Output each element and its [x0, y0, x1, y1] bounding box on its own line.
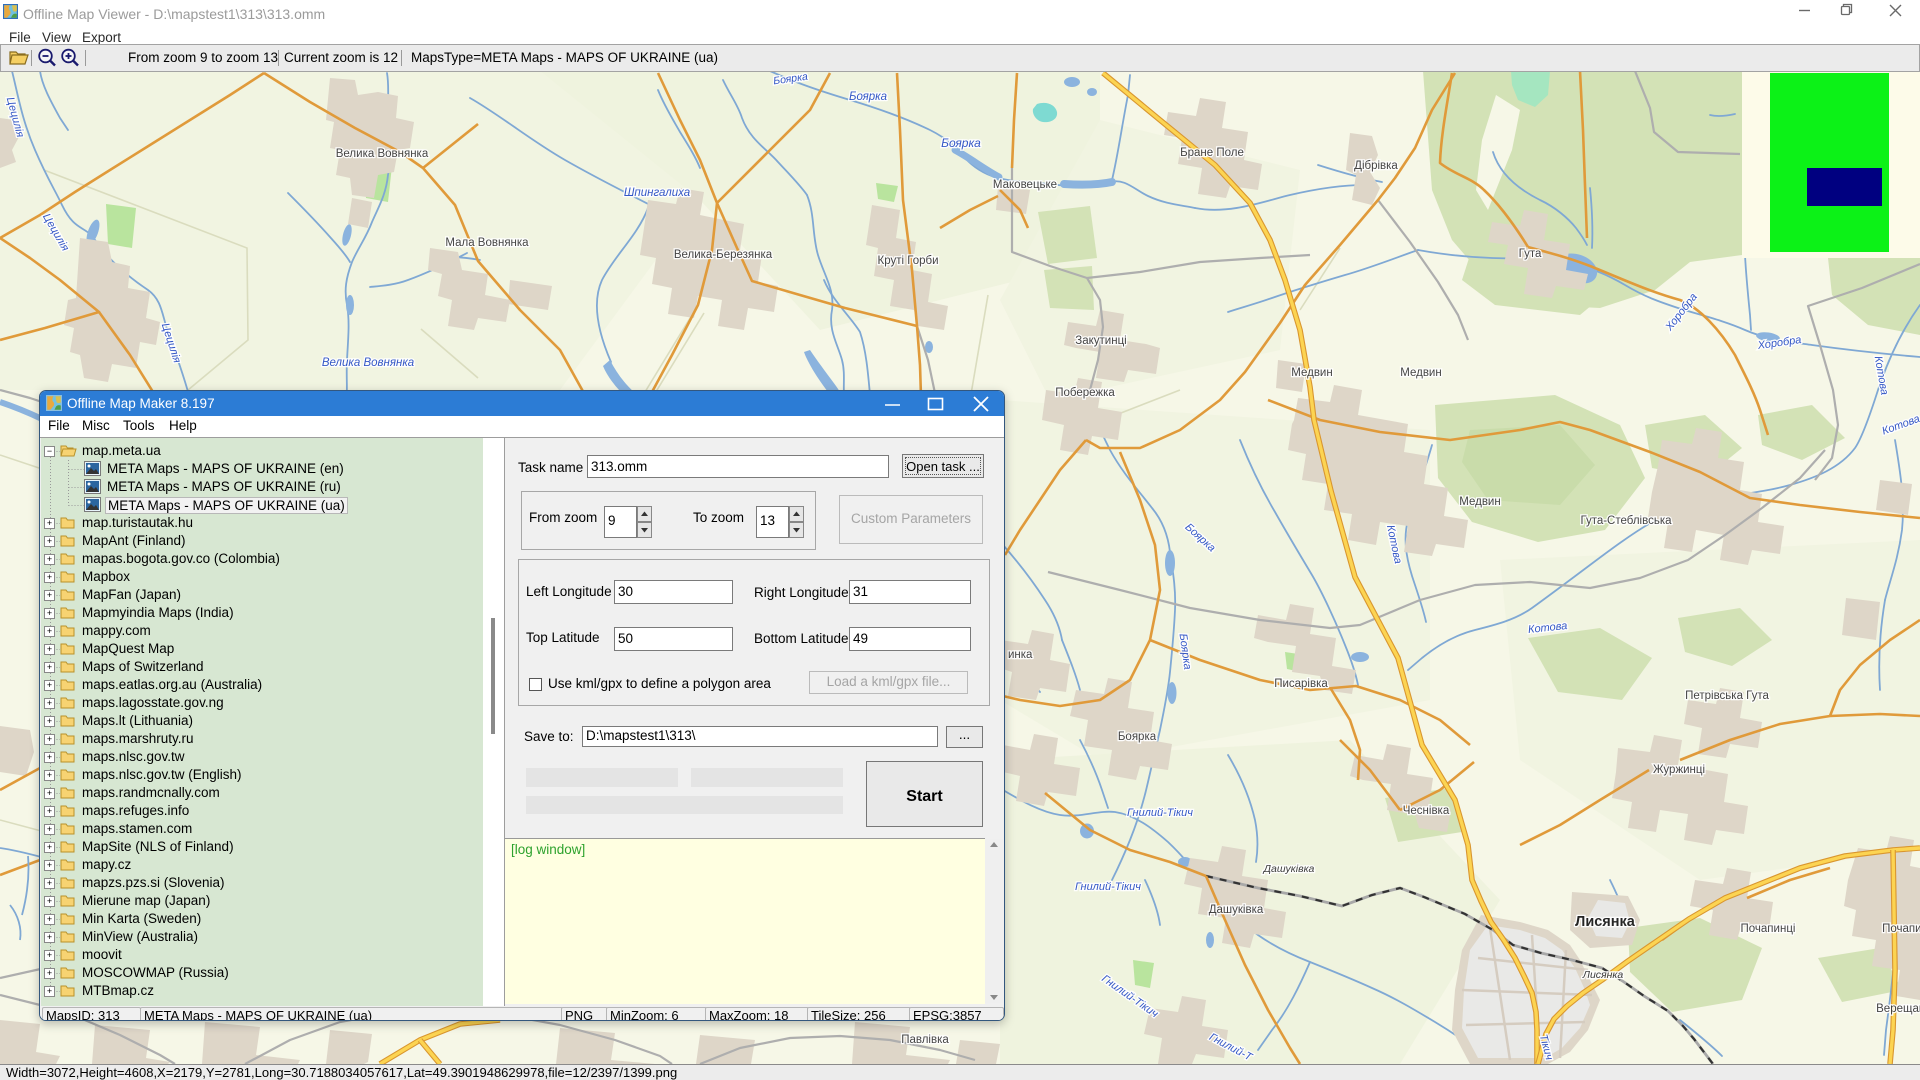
svg-text:Почапин: Почапин — [1882, 923, 1920, 935]
svg-text:Медвин: Медвин — [1291, 367, 1332, 379]
svg-text:Велика-Березянка: Велика-Березянка — [674, 249, 773, 261]
svg-text:Гута: Гута — [1519, 248, 1542, 260]
svg-text:Журжинці: Журжинці — [1653, 764, 1705, 776]
svg-text:Шпингалиха: Шпингалиха — [624, 187, 690, 199]
svg-text:Медвин: Медвин — [1459, 496, 1500, 508]
svg-text:Павлівка: Павлівка — [901, 1034, 949, 1046]
svg-text:Маковецьке: Маковецьке — [993, 179, 1057, 191]
svg-text:Гнилий-Тікич: Гнилий-Тікич — [1127, 807, 1193, 819]
svg-text:Гнилий-Тікич: Гнилий-Тікич — [1075, 881, 1141, 893]
svg-text:Дашуківка: Дашуківка — [1263, 863, 1315, 875]
svg-text:Лисянка: Лисянка — [1582, 969, 1624, 981]
svg-text:Дібрівка: Дібрівка — [1354, 160, 1398, 172]
svg-text:Лисянка: Лисянка — [1575, 914, 1636, 930]
svg-text:Побережка: Побережка — [1055, 387, 1115, 399]
svg-text:Велика Вовнянка: Велика Вовнянка — [322, 357, 414, 369]
svg-text:Велика Вовнянка: Велика Вовнянка — [336, 148, 429, 160]
svg-text:Боярка: Боярка — [849, 91, 887, 103]
svg-text:Мала Вовнянка: Мала Вовнянка — [445, 237, 529, 249]
svg-text:Боярка: Боярка — [941, 136, 981, 150]
svg-text:Медвин: Медвин — [1400, 367, 1441, 379]
svg-text:Почапинці: Почапинці — [1741, 923, 1796, 935]
svg-text:Верещак: Верещак — [1876, 1003, 1920, 1015]
svg-text:Чеснівка: Чеснівка — [1403, 805, 1450, 817]
svg-text:Боярка: Боярка — [1118, 731, 1157, 743]
svg-text:Писарівка: Писарівка — [1274, 678, 1328, 690]
svg-text:Закутинці: Закутинці — [1075, 335, 1126, 347]
svg-text:Круті Горби: Круті Горби — [878, 255, 939, 267]
svg-text:Гута-Стеблівська: Гута-Стеблівська — [1580, 515, 1672, 527]
svg-text:Петрівська Гута: Петрівська Гута — [1685, 690, 1769, 702]
svg-text:Бране Поле: Бране Поле — [1180, 147, 1244, 159]
svg-text:инка: инка — [1008, 649, 1033, 661]
svg-text:Дашуківка: Дашуківка — [1209, 904, 1264, 916]
